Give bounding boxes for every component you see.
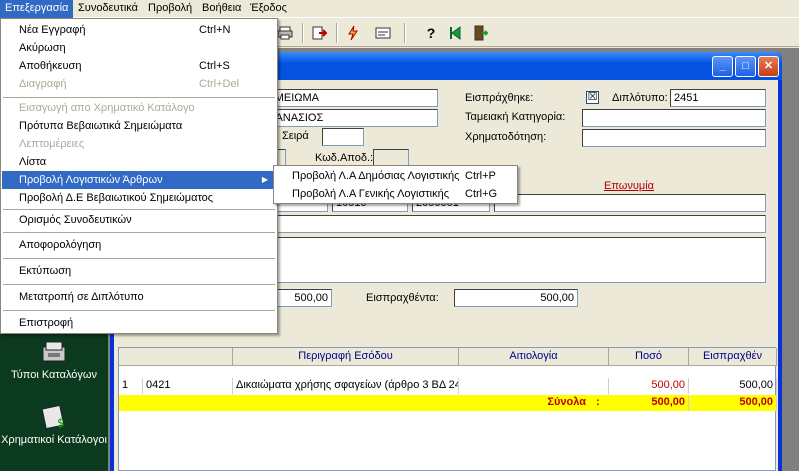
close-button[interactable]: ✕ <box>758 56 779 77</box>
menu-item-details: Λεπτομέρειες <box>19 138 85 150</box>
code-label: Κωδ.Αποδ.: <box>315 152 374 164</box>
notes-field[interactable] <box>256 237 766 283</box>
menu-help[interactable]: Βοήθεια <box>197 0 246 18</box>
menu-accompanying[interactable]: Συνοδευτικά <box>73 0 143 18</box>
collections-label: Εισπραχθέντα: <box>366 292 439 304</box>
back-icon[interactable] <box>445 22 467 44</box>
row-num: 1 <box>119 378 143 394</box>
sidebar-item-catalog-types[interactable]: Τύποι Καταλόγων <box>0 338 108 381</box>
grid-header-description[interactable]: Περιγραφή Εσόδου <box>233 348 459 366</box>
menu-item-delete: Διαγραφή Ctrl+Del <box>19 78 240 90</box>
row-code: 0421 <box>143 378 233 394</box>
menu-item-print[interactable]: Εκτύπωση <box>2 262 276 280</box>
money-catalogs-icon: $ <box>39 403 69 431</box>
catalog-types-icon <box>39 338 69 366</box>
row-reason <box>459 378 609 394</box>
menu-item-import-catalog: Εισαγωγή απο Χρηματικό Κατάλογο <box>19 102 195 114</box>
menu-item-new-record[interactable]: Νέα Εγγραφή Ctrl+N <box>2 21 276 39</box>
menu-item-save[interactable]: Αποθήκευση Ctrl+S <box>2 57 276 75</box>
minimize-button[interactable]: _ <box>712 56 733 77</box>
row-description: Δικαιώματα χρήσης σφαγείων (άρθρο 3 ΒΔ 2… <box>233 378 459 394</box>
row-amount: 500,00 <box>609 378 689 394</box>
collected-checkbox[interactable]: ☒ <box>586 91 599 104</box>
name-field[interactable]: ΑΘΑΝΑΣΙΟΣ <box>256 109 438 127</box>
grid-header: Περιγραφή Εσόδου Αιτιολογία Ποσό Εισπραχ… <box>119 348 777 366</box>
amount-field[interactable]: 500,00 <box>276 289 332 307</box>
address-line-field[interactable] <box>256 215 766 233</box>
duplicate-label: Διπλότυπο: <box>612 92 668 104</box>
sidebar-item-money-catalogs[interactable]: $ Χρηματικοί Κατάλογοι <box>0 403 108 447</box>
accounting-submenu: Προβολή Λ.Α Δημόσιας Λογιστικής Ctrl+P Πρ… <box>273 165 518 204</box>
menu-item-tax-relief[interactable]: Αποφορολόγηση <box>2 236 276 254</box>
funding-label: Χρηματοδότηση: <box>465 131 547 143</box>
maximize-button[interactable]: □ <box>735 56 756 77</box>
menu-edit[interactable]: Επεξεργασία <box>0 0 74 18</box>
menu-item-convert-duplicate[interactable]: Μετατροπή σε Διπλότυπο <box>2 288 276 306</box>
svg-text:$: $ <box>57 416 65 430</box>
address-field-d[interactable] <box>494 194 766 212</box>
name-link[interactable]: Επωνυμία <box>604 180 654 192</box>
duplicate-field[interactable]: 2451 <box>670 89 766 107</box>
exit-door-icon[interactable] <box>469 22 491 44</box>
submenu-item-general-accounting[interactable]: Προβολή Λ.Α Γενικής Λογιστικής Ctrl+G <box>275 185 516 203</box>
collected-label: Εισπράχθηκε: <box>465 92 534 104</box>
menu-item-accounting-entries[interactable]: Προβολή Λογιστικών Άρθρων ▶ <box>2 171 276 189</box>
series-label: Σειρά <box>282 130 309 142</box>
export-icon[interactable] <box>308 22 330 44</box>
submenu-arrow-icon: ▶ <box>261 175 268 184</box>
edit-menu: Νέα Εγγραφή Ctrl+N Ακύρωση Αποθήκευση Ctrl… <box>0 18 278 334</box>
funding-field[interactable] <box>582 129 766 147</box>
menu-item-cancel[interactable]: Ακύρωση <box>2 39 276 57</box>
series-field[interactable] <box>322 128 364 146</box>
totals-amount: 500,00 <box>609 395 689 411</box>
grid-header-reason[interactable]: Αιτιολογία <box>459 348 609 366</box>
treasury-label: Ταμειακή Κατηγορία: <box>465 111 566 123</box>
grid-header-collected[interactable]: Εισπραχθέν <box>689 348 777 366</box>
help-icon[interactable]: ? <box>420 22 442 44</box>
sidebar-item-label: Τύποι Καταλόγων <box>11 369 97 381</box>
type-field[interactable]: ΣΗΜΕΙΩΜΑ <box>256 89 438 107</box>
menu-item-templates[interactable]: Πρότυπα Βεβαιωτικά Σημειώματα <box>2 117 276 135</box>
totals-label: Σύνολα <box>547 396 586 408</box>
totals-colon: : <box>596 396 600 408</box>
totals-row: Σύνολα : 500,00 500,00 <box>119 395 777 411</box>
totals-collected: 500,00 <box>689 395 777 411</box>
row-collected: 500,00 <box>689 378 777 394</box>
collections-field[interactable]: 500,00 <box>454 289 578 307</box>
card-icon[interactable] <box>372 22 394 44</box>
menu-item-define-accompanying[interactable]: Ορισμός Συνοδευτικών <box>2 211 276 229</box>
table-row[interactable]: 1 0421 Δικαιώματα χρήσης σφαγείων (άρθρο… <box>119 378 777 394</box>
revenue-grid[interactable]: Περιγραφή Εσόδου Αιτιολογία Ποσό Εισπραχ… <box>118 347 777 471</box>
menu-item-return[interactable]: Επιστροφή <box>2 314 276 332</box>
menu-item-view-de[interactable]: Προβολή Δ.Ε Βεβαιωτικού Σημειώματος <box>2 189 276 207</box>
lightning-icon[interactable] <box>342 22 364 44</box>
submenu-item-public-accounting[interactable]: Προβολή Λ.Α Δημόσιας Λογιστικής Ctrl+P <box>275 167 516 185</box>
menu-exit[interactable]: Έξοδος <box>245 0 292 18</box>
menu-item-list[interactable]: Λίστα <box>2 153 276 171</box>
grid-header-amount[interactable]: Ποσό <box>609 348 689 366</box>
sidebar-item-label: Χρηματικοί Κατάλογοι <box>1 434 107 446</box>
treasury-field[interactable] <box>582 109 766 127</box>
menu-bar: Επεξεργασία Συνοδευτικά Προβολή Βοήθεια … <box>0 0 799 18</box>
grid-header-num <box>119 348 233 366</box>
menu-view[interactable]: Προβολή <box>143 0 197 18</box>
